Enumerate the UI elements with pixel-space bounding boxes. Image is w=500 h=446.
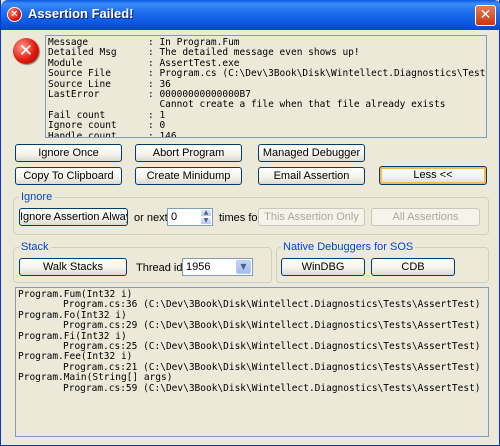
email-assertion-button[interactable]: Email Assertion [258,167,365,185]
stack-frame: Program.Main(String[] args) [18,372,173,384]
native-debuggers-label: Native Debuggers for SOS [281,241,416,253]
ignore-count-spinner[interactable]: 0 ▲ ▼ [167,208,213,226]
detail-row: Source Line: 36 [48,78,486,90]
detail-row: Cannot create a file when that file alre… [48,100,486,110]
stack-group-label: Stack [19,241,51,253]
close-button[interactable]: ✕ [475,5,496,26]
windbg-button[interactable]: WinDBG [281,258,365,276]
stack-source-line: Program.cs:59 (C:\Dev\3Book\Disk\Wintell… [63,382,481,394]
detail-key: Ignore count [48,120,117,132]
ignore-count-value: 0 [171,211,178,223]
copy-to-clipboard-button[interactable]: Copy To Clipboard [15,167,122,185]
ignore-group-label: Ignore [19,191,55,203]
detail-row: Handle count : 146 [48,130,486,138]
create-minidump-button[interactable]: Create Minidump [135,167,242,185]
less-button[interactable]: Less << [379,166,487,185]
managed-debugger-button[interactable]: Managed Debugger [258,144,365,162]
cdb-button[interactable]: CDB [371,258,455,276]
abort-program-button[interactable]: Abort Program [135,144,242,162]
detail-row: Detailed Msg: The detailed message even … [48,47,486,59]
spinner-arrows[interactable]: ▲ ▼ [200,209,212,225]
times-for-label: times for [219,212,262,224]
detail-value: : AssertTest.exe [148,57,240,69]
all-assertions-button[interactable]: All Assertions [371,208,480,226]
detail-value: : 00000000000000B7 [148,88,251,100]
this-assertion-only-button[interactable]: This Assertion Only [258,208,365,226]
detail-value: Cannot create a file when that file alre… [148,99,446,111]
or-next-label: or next [134,212,168,224]
detail-value: : 0 [148,120,166,132]
ignore-once-button[interactable]: Ignore Once [15,144,122,162]
detail-key: Handle count [48,130,117,138]
detail-value: : In Program.Fum [148,37,240,48]
detail-row: Source File: Program.cs (C:\Dev\3Book\Di… [48,68,487,80]
title-bar[interactable]: ✕ Assertion Failed! ✕ [1,0,500,30]
window-title: Assertion Failed! [28,6,134,21]
detail-value: : 36 [148,78,171,90]
spin-up-icon[interactable]: ▲ [200,209,212,217]
assertion-dialog: ✕ Assertion Failed! ✕ ✕ Message: In Prog… [0,0,500,446]
thread-id-label: Thread id: [136,262,186,274]
error-icon: ✕ [7,7,22,22]
detail-row: Ignore count : 0 [48,120,486,132]
detail-value: : Program.cs (C:\Dev\3Book\Disk\Wintelle… [148,68,487,80]
error-icon: ✕ [13,38,39,64]
chevron-down-icon[interactable]: ▼ [236,260,251,274]
walk-stacks-button[interactable]: Walk Stacks [19,258,127,276]
ignore-assertion-always-button[interactable]: Ignore Assertion Always [19,208,128,226]
stack-source-line: Program.cs:29 (C:\Dev\3Book\Disk\Wintell… [63,320,481,332]
spin-down-icon[interactable]: ▼ [200,217,212,225]
detail-key: LastError [48,88,100,100]
thread-id-value: 1956 [186,261,211,273]
detail-value: : The detailed message even shows up! [148,47,360,59]
stack-trace-output[interactable]: Program.Fum(Int32 i) Program.cs:36 (C:\De… [15,287,489,437]
detail-value: : 146 [148,130,177,138]
assertion-details: Message: In Program.Fum Detailed Msg: The… [45,35,487,138]
detail-value: : 1 [148,109,166,121]
thread-id-dropdown[interactable]: 1956 ▼ [182,258,253,276]
